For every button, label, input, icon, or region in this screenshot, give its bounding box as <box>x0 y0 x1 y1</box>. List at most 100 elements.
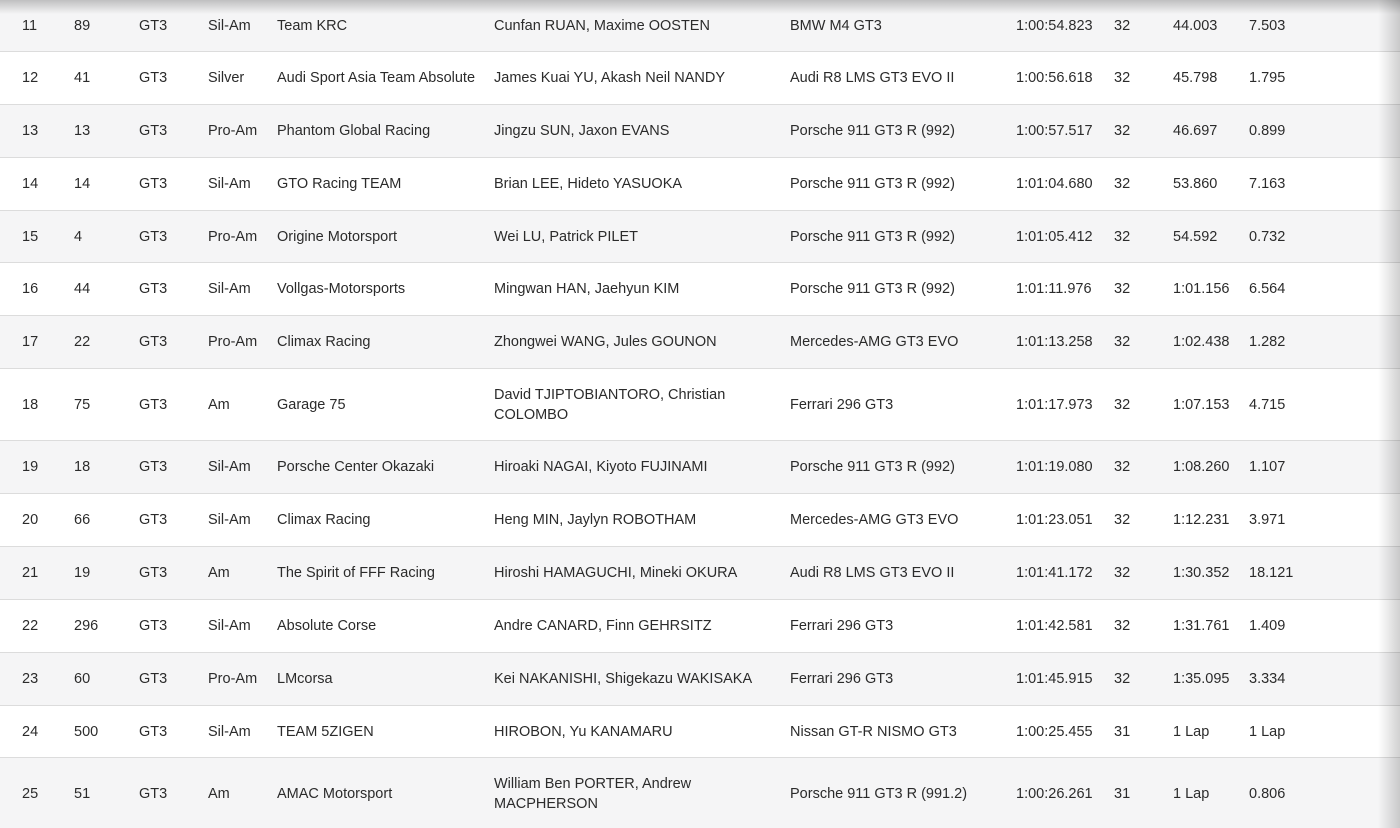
drivers-cell: David TJIPTOBIANTORO, Christian COLOMBO <box>494 386 726 423</box>
car-number-cell: 14 <box>74 176 91 192</box>
total-time-cell: 1:00:54.823 <box>1016 17 1093 34</box>
team-name-cell: Origine Motorsport <box>277 228 398 245</box>
car-number-cell: 51 <box>74 785 91 802</box>
team-name-cell: Phantom Global Racing <box>277 123 431 139</box>
car-model-cell: Mercedes-AMG GT3 EVO <box>790 512 959 528</box>
category-cell: Am <box>208 565 230 581</box>
team-name-cell: Porsche Center Okazaki <box>277 459 435 475</box>
car-model-cell: Porsche 911 GT3 R (992) <box>790 176 955 192</box>
gap-cell: 1:01.156 <box>1173 281 1230 297</box>
car-model-cell: Ferrari 296 GT3 <box>790 671 894 687</box>
interval-cell: 3.334 <box>1249 671 1286 687</box>
category-cell: Pro-Am <box>208 671 258 687</box>
team-name-cell: Climax Racing <box>277 512 371 528</box>
results-table: 11 89 GT3 Sil-Am Team KRC Cunfan RUAN, Maxime… <box>0 0 1400 828</box>
class-cell: GT3 <box>139 281 168 297</box>
drivers-cell: HIROBON, Yu KANAMARU <box>494 723 673 740</box>
car-model-cell: Ferrari 296 GT3 <box>790 396 894 413</box>
laps-cell: 32 <box>1114 228 1131 245</box>
drivers-cell: Hiroshi HAMAGUCHI, Mineki OKURA <box>494 565 738 581</box>
table-row: 11 89 GT3 Sil-Am Team KRC Cunfan RUAN, Maxime… <box>0 0 1400 52</box>
total-time-cell: 1:01:11.976 <box>1016 281 1092 297</box>
class-cell: GT3 <box>139 70 168 86</box>
laps-cell: 32 <box>1114 512 1131 528</box>
car-number-cell: 4 <box>74 228 83 245</box>
interval-cell: 7.163 <box>1249 176 1286 192</box>
car-number-cell: 22 <box>74 334 91 350</box>
car-number-cell: 60 <box>74 671 91 687</box>
category-cell: Am <box>208 396 230 413</box>
total-time-cell: 1:00:56.618 <box>1016 70 1093 86</box>
class-cell: GT3 <box>139 618 168 634</box>
class-cell: GT3 <box>139 671 168 687</box>
interval-cell: 1.795 <box>1249 70 1286 86</box>
table-row: 15 4 GT3 Pro-Am Origine Motorsport Wei LU, Pa… <box>0 211 1400 263</box>
category-cell: Silver <box>208 70 245 86</box>
category-cell: Sil-Am <box>208 512 251 528</box>
category-cell: Sil-Am <box>208 281 251 297</box>
team-name-cell: LMcorsa <box>277 671 333 687</box>
category-cell: Pro-Am <box>208 228 258 245</box>
car-number-cell: 75 <box>74 396 91 413</box>
gap-cell: 46.697 <box>1173 123 1218 139</box>
team-name-cell: TEAM 5ZIGEN <box>277 723 374 740</box>
category-cell: Sil-Am <box>208 618 251 634</box>
car-model-cell: Ferrari 296 GT3 <box>790 618 894 634</box>
gap-cell: 44.003 <box>1173 17 1218 34</box>
laps-cell: 32 <box>1114 671 1131 687</box>
table-row: 18 75 GT3 Am Garage 75 David TJIPTOBIANTORO, … <box>0 369 1400 441</box>
table-row: 17 22 GT3 Pro-Am Climax Racing Zhongwei WANG,… <box>0 316 1400 369</box>
interval-cell: 1.409 <box>1249 618 1286 634</box>
class-cell: GT3 <box>139 17 168 34</box>
car-number-cell: 13 <box>74 123 91 139</box>
class-cell: GT3 <box>139 459 168 475</box>
table-row: 19 18 GT3 Sil-Am Porsche Center Okazaki Hiroa… <box>0 441 1400 494</box>
car-number-cell: 66 <box>74 512 91 528</box>
category-cell: Pro-Am <box>208 334 258 350</box>
laps-cell: 32 <box>1114 334 1131 350</box>
interval-cell: 6.564 <box>1249 281 1286 297</box>
class-cell: GT3 <box>139 176 168 192</box>
car-model-cell: Porsche 911 GT3 R (991.2) <box>790 785 968 802</box>
laps-cell: 32 <box>1114 565 1131 581</box>
total-time-cell: 1:00:57.517 <box>1016 123 1093 139</box>
table-row: 24 500 GT3 Sil-Am TEAM 5ZIGEN HIROBON, Yu KAN… <box>0 706 1400 758</box>
laps-cell: 32 <box>1114 459 1131 475</box>
laps-cell: 32 <box>1114 70 1131 86</box>
car-model-cell: Nissan GT-R NISMO GT3 <box>790 723 957 740</box>
interval-cell: 18.121 <box>1249 565 1294 581</box>
drivers-cell: Hiroaki NAGAI, Kiyoto FUJINAMI <box>494 459 708 475</box>
table-row: 22 296 GT3 Sil-Am Absolute Corse Andre CANARD… <box>0 600 1400 653</box>
position-cell: 12 <box>22 70 39 86</box>
position-cell: 22 <box>22 618 39 634</box>
total-time-cell: 1:01:45.915 <box>1016 671 1093 687</box>
car-model-cell: Porsche 911 GT3 R (992) <box>790 281 955 297</box>
total-time-cell: 1:00:26.261 <box>1016 785 1093 802</box>
table-row: 23 60 GT3 Pro-Am LMcorsa Kei NAKANISHI, Shige… <box>0 653 1400 706</box>
drivers-cell: Zhongwei WANG, Jules GOUNON <box>494 334 717 350</box>
position-cell: 20 <box>22 512 39 528</box>
drivers-cell: Heng MIN, Jaylyn ROBOTHAM <box>494 512 697 528</box>
position-cell: 14 <box>22 176 39 192</box>
car-model-cell: Porsche 911 GT3 R (992) <box>790 459 955 475</box>
total-time-cell: 1:01:17.973 <box>1016 396 1093 413</box>
drivers-cell: Wei LU, Patrick PILET <box>494 228 638 245</box>
laps-cell: 32 <box>1114 17 1131 34</box>
gap-cell: 1:30.352 <box>1173 565 1230 581</box>
table-row: 20 66 GT3 Sil-Am Climax Racing Heng MIN, Jayl… <box>0 494 1400 547</box>
total-time-cell: 1:00:25.455 <box>1016 723 1093 740</box>
team-name-cell: Team KRC <box>277 17 348 34</box>
total-time-cell: 1:01:04.680 <box>1016 176 1093 192</box>
team-name-cell: Garage 75 <box>277 396 346 413</box>
laps-cell: 32 <box>1114 176 1131 192</box>
position-cell: 17 <box>22 334 39 350</box>
car-model-cell: Mercedes-AMG GT3 EVO <box>790 334 959 350</box>
drivers-cell: Jingzu SUN, Jaxon EVANS <box>494 123 670 139</box>
total-time-cell: 1:01:41.172 <box>1016 565 1093 581</box>
drivers-cell: Mingwan HAN, Jaehyun KIM <box>494 281 680 297</box>
gap-cell: 45.798 <box>1173 70 1218 86</box>
interval-cell: 1.282 <box>1249 334 1286 350</box>
gap-cell: 1:08.260 <box>1173 459 1230 475</box>
gap-cell: 1 Lap <box>1173 785 1210 802</box>
team-name-cell: Climax Racing <box>277 334 371 350</box>
